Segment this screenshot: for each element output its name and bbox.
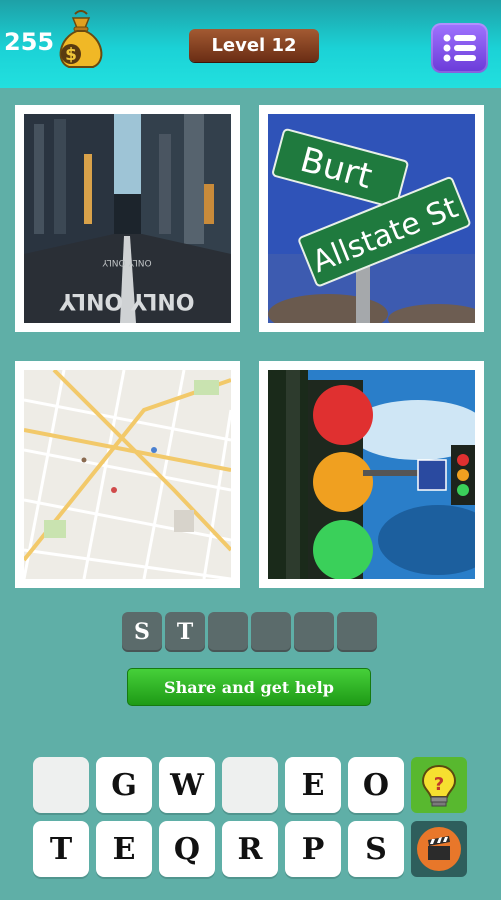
city-street-photo[interactable]: ONLY ONLY ONLY ONLY bbox=[15, 105, 240, 332]
letter-key[interactable]: P bbox=[285, 821, 341, 877]
menu-button[interactable] bbox=[431, 23, 488, 73]
answer-slot[interactable] bbox=[208, 612, 248, 652]
letter-key[interactable]: E bbox=[96, 821, 152, 877]
svg-text:ONLY ONLY: ONLY ONLY bbox=[102, 257, 152, 267]
video-hint-button[interactable] bbox=[411, 821, 467, 877]
letter-key[interactable] bbox=[33, 757, 89, 813]
answer-slot[interactable] bbox=[251, 612, 291, 652]
letter-key[interactable]: G bbox=[96, 757, 152, 813]
letter-key[interactable] bbox=[222, 757, 278, 813]
letter-key[interactable]: S bbox=[348, 821, 404, 877]
answer-slot[interactable] bbox=[337, 612, 377, 652]
level-badge: Level 12 bbox=[189, 29, 319, 62]
top-bar: 255 $ Level 12 bbox=[0, 0, 501, 88]
list-menu-icon bbox=[443, 34, 476, 62]
street-sign-photo[interactable]: Burt Allstate St bbox=[259, 105, 484, 332]
money-bag-icon: $ bbox=[53, 10, 109, 70]
letter-key[interactable]: T bbox=[33, 821, 89, 877]
svg-text:$: $ bbox=[65, 45, 77, 65]
letter-key[interactable]: Q bbox=[159, 821, 215, 877]
answer-slot[interactable]: S bbox=[122, 612, 162, 652]
svg-text:?: ? bbox=[434, 774, 444, 795]
lightbulb-hint-icon: ? bbox=[421, 764, 457, 807]
letter-key[interactable]: O bbox=[348, 757, 404, 813]
letter-key[interactable]: R bbox=[222, 821, 278, 877]
answer-slot[interactable]: T bbox=[165, 612, 205, 652]
answer-slot[interactable] bbox=[294, 612, 334, 652]
letter-key[interactable]: W bbox=[159, 757, 215, 813]
svg-text:ONLY ONLY: ONLY ONLY bbox=[58, 288, 194, 313]
coin-count: 255 bbox=[4, 28, 55, 56]
letter-key[interactable]: E bbox=[285, 757, 341, 813]
clapperboard-video-icon bbox=[417, 827, 461, 871]
hint-button[interactable]: ? bbox=[411, 757, 467, 813]
city-map-photo[interactable] bbox=[15, 361, 240, 588]
traffic-light-photo[interactable] bbox=[259, 361, 484, 588]
share-and-get-help-button[interactable]: Share and get help bbox=[127, 668, 371, 706]
